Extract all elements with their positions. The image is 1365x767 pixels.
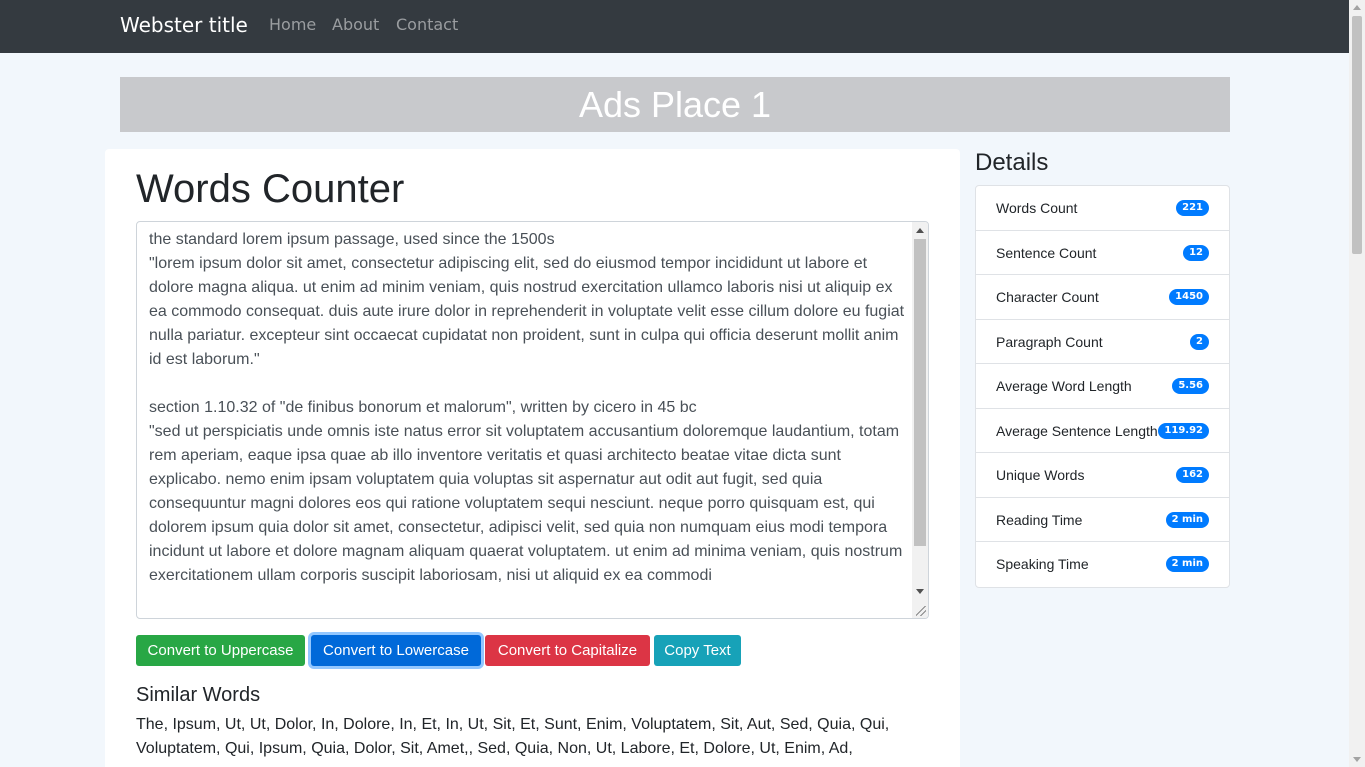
detail-badge: 1450 — [1169, 289, 1209, 305]
detail-label: Sentence Count — [996, 244, 1097, 261]
copy-text-button[interactable]: Copy Text — [654, 635, 741, 666]
detail-label: Unique Words — [996, 467, 1085, 483]
text-input-area[interactable]: the standard lorem ipsum passage, used s… — [136, 221, 929, 619]
scroll-down-arrow-icon[interactable] — [916, 589, 924, 594]
page-title: Words Counter — [136, 167, 405, 211]
detail-label: Paragraph Count — [996, 333, 1103, 350]
detail-badge: 2 min — [1165, 556, 1209, 572]
convert-capitalize-button[interactable]: Convert to Capitalize — [485, 635, 650, 666]
page-scroll-up-icon[interactable] — [1353, 5, 1361, 10]
ads-banner: Ads Place 1 — [120, 77, 1230, 132]
similar-words-text: The, Ipsum, Ut, Ut, Dolor, In, Dolore, I… — [136, 716, 890, 757]
scroll-up-arrow-icon[interactable] — [916, 228, 924, 233]
detail-item-sentence-count: Sentence Count 12 — [976, 231, 1229, 275]
detail-badge: 12 — [1183, 244, 1209, 261]
detail-label: Words Count — [996, 200, 1078, 216]
detail-badge: 5.56 — [1172, 378, 1209, 394]
page-scrollbar[interactable] — [1349, 0, 1365, 767]
nav-contact-link[interactable]: Contact — [396, 15, 458, 35]
convert-lowercase-button[interactable]: Convert to Lowercase — [311, 635, 481, 666]
detail-item-average-word-length: Average Word Length 5.56 — [976, 364, 1229, 409]
convert-uppercase-button[interactable]: Convert to Uppercase — [136, 635, 305, 666]
similar-words-heading: Similar Words — [136, 684, 261, 706]
detail-label: Speaking Time — [996, 556, 1089, 572]
detail-item-character-count: Character Count 1450 — [976, 275, 1229, 320]
nav-about-link[interactable]: About — [332, 15, 379, 35]
detail-item-speaking-time: Speaking Time 2 min — [976, 542, 1229, 587]
detail-item-reading-time: Reading Time 2 min — [976, 498, 1229, 542]
details-heading: Details — [975, 149, 1049, 176]
details-list: Words Count 221 Sentence Count 12 Charac… — [975, 185, 1230, 588]
page-scroll-down-icon[interactable] — [1353, 757, 1361, 762]
textarea-scrollbar[interactable] — [912, 222, 928, 618]
detail-label: Average Word Length — [996, 378, 1132, 394]
detail-item-paragraph-count: Paragraph Count 2 — [976, 320, 1229, 364]
detail-label: Reading Time — [996, 511, 1083, 528]
detail-badge: 2 min — [1165, 511, 1209, 528]
brand-link[interactable]: Webster title — [120, 12, 248, 38]
detail-label: Average Sentence Length — [996, 422, 1158, 439]
textarea-content[interactable]: the standard lorem ipsum passage, used s… — [149, 228, 909, 588]
detail-badge: 221 — [1176, 200, 1209, 216]
textarea-scroll-thumb[interactable] — [914, 239, 926, 546]
detail-item-average-sentence-length: Average Sentence Length 119.92 — [976, 409, 1229, 453]
resize-grip-icon[interactable] — [916, 606, 926, 616]
detail-badge: 2 — [1190, 333, 1209, 350]
detail-badge: 162 — [1176, 467, 1209, 483]
detail-item-words-count: Words Count 221 — [976, 186, 1229, 231]
top-navbar: Webster title Home About Contact — [0, 0, 1349, 53]
detail-label: Character Count — [996, 289, 1099, 305]
detail-badge: 119.92 — [1158, 422, 1209, 439]
nav-home-link[interactable]: Home — [269, 15, 316, 35]
detail-item-unique-words: Unique Words 162 — [976, 453, 1229, 498]
page-scroll-thumb[interactable] — [1352, 16, 1362, 254]
